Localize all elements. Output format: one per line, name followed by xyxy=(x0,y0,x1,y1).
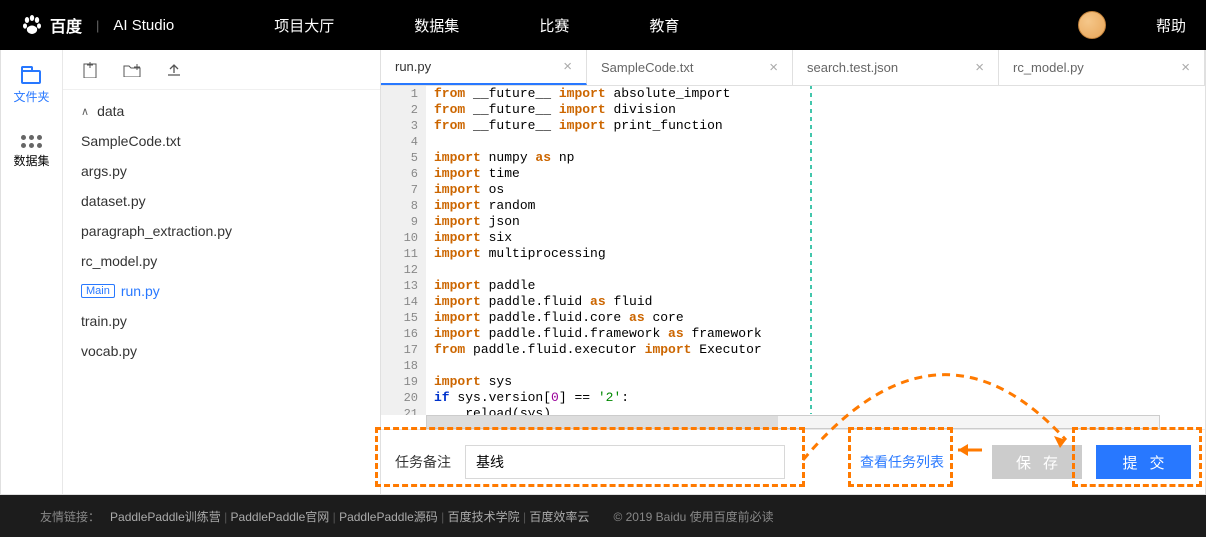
scroll-thumb[interactable] xyxy=(427,416,778,428)
editor-tabs: run.py× SampleCode.txt× search.test.json… xyxy=(381,50,1205,86)
code-lines: from __future__ import absolute_importfr… xyxy=(426,86,1205,415)
line-gutter: 123456789101112131415161718192021222324 xyxy=(381,86,426,415)
left-rail: 文件夹 数据集 xyxy=(1,50,63,494)
editor-panel: run.py× SampleCode.txt× search.test.json… xyxy=(381,50,1205,494)
footer-label: 友情链接： xyxy=(40,508,100,525)
code-editor[interactable]: ◂ 12345678910111213141516171819202122232… xyxy=(381,86,1205,415)
file-explorer: ∧ data SampleCode.txt args.py dataset.py… xyxy=(63,50,381,494)
tree-file[interactable]: vocab.py xyxy=(63,336,380,366)
task-note-input[interactable] xyxy=(465,445,785,479)
tab-run-py[interactable]: run.py× xyxy=(381,50,587,85)
file-toolbar xyxy=(63,50,380,90)
tab-search-json[interactable]: search.test.json× xyxy=(793,50,999,85)
logo-studio: AI Studio xyxy=(113,17,174,34)
footer-link[interactable]: PaddlePaddle官网 xyxy=(231,510,330,524)
top-header: 百度 | AI Studio 项目大厅 数据集 比赛 教育 帮助 xyxy=(0,0,1206,50)
logo-divider: | xyxy=(96,18,99,33)
logo-text-cn: 百度 xyxy=(50,13,82,37)
footer-link[interactable]: 百度技术学院 xyxy=(448,510,520,524)
view-tasklist-link[interactable]: 查看任务列表 xyxy=(860,452,944,472)
tree-folder-data[interactable]: ∧ data xyxy=(63,96,380,126)
tree-file[interactable]: rc_model.py xyxy=(63,246,380,276)
nav-contest[interactable]: 比赛 xyxy=(539,15,569,36)
tree-file[interactable]: args.py xyxy=(63,156,380,186)
footer-copyright: © 2019 Baidu 使用百度前必读 xyxy=(613,508,773,525)
tree-file[interactable]: dataset.py xyxy=(63,186,380,216)
logo[interactable]: 百度 | AI Studio xyxy=(20,13,174,37)
avatar[interactable] xyxy=(1078,11,1106,39)
horizontal-scrollbar[interactable] xyxy=(426,415,1160,429)
main-nav: 项目大厅 数据集 比赛 教育 xyxy=(274,15,679,36)
workspace: 文件夹 数据集 ∧ data SampleCode.txt args.py da… xyxy=(0,50,1206,495)
save-button[interactable]: 保存 xyxy=(992,445,1082,479)
file-tree: ∧ data SampleCode.txt args.py dataset.py… xyxy=(63,90,380,372)
footer-link[interactable]: PaddlePaddle训练营 xyxy=(110,510,221,524)
upload-icon[interactable] xyxy=(165,61,183,79)
baidu-paw-icon xyxy=(20,13,44,37)
nav-dataset[interactable]: 数据集 xyxy=(414,15,459,36)
left-rail-files[interactable]: 文件夹 xyxy=(13,70,49,105)
folder-icon xyxy=(21,70,41,84)
task-note-label: 任务备注 xyxy=(395,452,451,472)
left-rail-files-label: 文件夹 xyxy=(13,88,49,105)
main-badge: Main xyxy=(81,284,115,298)
tab-samplecode[interactable]: SampleCode.txt× xyxy=(587,50,793,85)
tree-file[interactable]: SampleCode.txt xyxy=(63,126,380,156)
tab-rc-model[interactable]: rc_model.py× xyxy=(999,50,1205,85)
footer-link[interactable]: PaddlePaddle源码 xyxy=(339,510,438,524)
footer: 友情链接： PaddlePaddle训练营 | PaddlePaddle官网 |… xyxy=(0,495,1206,537)
caret-icon: ∧ xyxy=(81,105,89,118)
nav-lobby[interactable]: 项目大厅 xyxy=(274,15,334,36)
submit-button[interactable]: 提交 xyxy=(1096,445,1191,479)
tree-file-active[interactable]: Main run.py xyxy=(63,276,380,306)
left-rail-datasets-label: 数据集 xyxy=(13,152,49,169)
close-icon[interactable]: × xyxy=(1181,59,1190,76)
new-folder-icon[interactable] xyxy=(123,61,141,79)
tree-file[interactable]: paragraph_extraction.py xyxy=(63,216,380,246)
close-icon[interactable]: × xyxy=(563,58,572,75)
close-icon[interactable]: × xyxy=(769,59,778,76)
tree-file[interactable]: train.py xyxy=(63,306,380,336)
nav-edu[interactable]: 教育 xyxy=(649,15,679,36)
task-bar: 任务备注 查看任务列表 保存 提交 xyxy=(381,429,1205,494)
dataset-grid-icon xyxy=(21,135,42,148)
tree-folder-label: data xyxy=(97,103,124,119)
new-file-icon[interactable] xyxy=(81,61,99,79)
left-rail-datasets[interactable]: 数据集 xyxy=(13,135,49,169)
help-link[interactable]: 帮助 xyxy=(1156,15,1186,36)
footer-link[interactable]: 百度效率云 xyxy=(529,510,589,524)
close-icon[interactable]: × xyxy=(975,59,984,76)
